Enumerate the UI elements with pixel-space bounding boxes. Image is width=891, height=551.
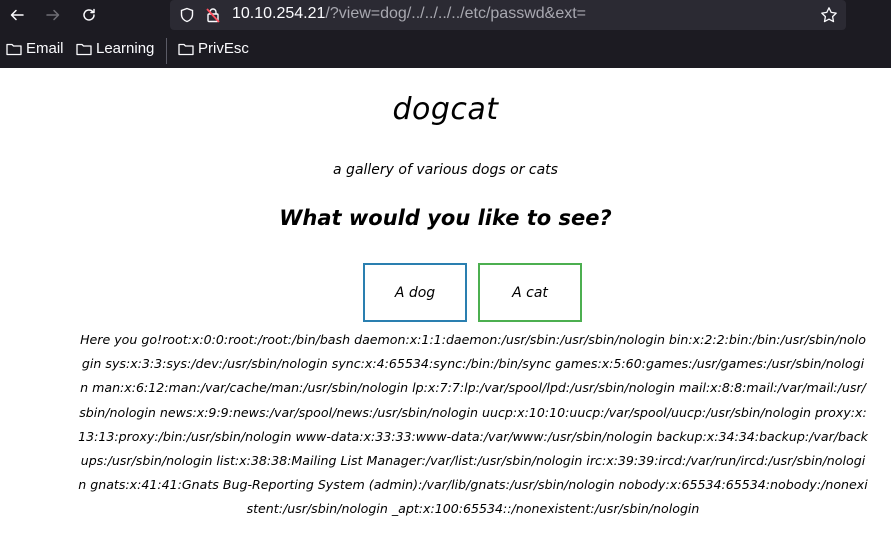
folder-icon (6, 43, 22, 55)
url-bar[interactable]: 10.10.254.21/?view=dog/../../../../etc/p… (170, 0, 846, 30)
folder-icon (178, 43, 194, 55)
url-text[interactable]: 10.10.254.21/?view=dog/../../../../etc/p… (232, 5, 586, 23)
page-subtitle: a gallery of various dogs or cats (333, 162, 558, 178)
back-button[interactable] (4, 2, 30, 28)
reload-button[interactable] (76, 2, 102, 28)
navigation-bar: 10.10.254.21/?view=dog/../../../../etc/p… (0, 0, 891, 32)
page-content: dogcat a gallery of various dogs or cats… (0, 68, 891, 551)
url-host: 10.10.254.21 (232, 5, 326, 22)
folder-icon (76, 43, 92, 55)
bookmark-folder-email[interactable]: Email (6, 40, 64, 57)
bookmark-label: Learning (96, 40, 155, 57)
reload-icon (83, 8, 95, 21)
bookmark-label: PrivEsc (198, 40, 249, 57)
page-title: dogcat (392, 92, 499, 127)
forward-button[interactable] (40, 2, 66, 28)
bookmark-folder-privesc[interactable]: PrivEsc (178, 40, 249, 57)
bookmark-folder-learning[interactable]: Learning (76, 40, 154, 57)
passwd-output: Here you go!root:x:0:0:root:/root:/bin/b… (78, 332, 868, 517)
insecure-lock-icon[interactable] (205, 7, 221, 23)
arrow-left-icon (10, 9, 24, 21)
bookmark-label: Email (26, 40, 64, 57)
browser-chrome: 10.10.254.21/?view=dog/../../../../etc/p… (0, 0, 891, 68)
url-path: /?view=dog/../../../../etc/passwd&ext= (325, 5, 586, 22)
cat-button[interactable]: A cat (478, 263, 582, 322)
bookmark-separator (166, 38, 167, 64)
shield-icon[interactable] (179, 7, 195, 23)
arrow-right-icon (46, 9, 60, 21)
question-heading: What would you like to see? (279, 206, 612, 230)
dog-button[interactable]: A dog (363, 263, 467, 322)
bookmark-star-icon[interactable] (820, 6, 838, 24)
